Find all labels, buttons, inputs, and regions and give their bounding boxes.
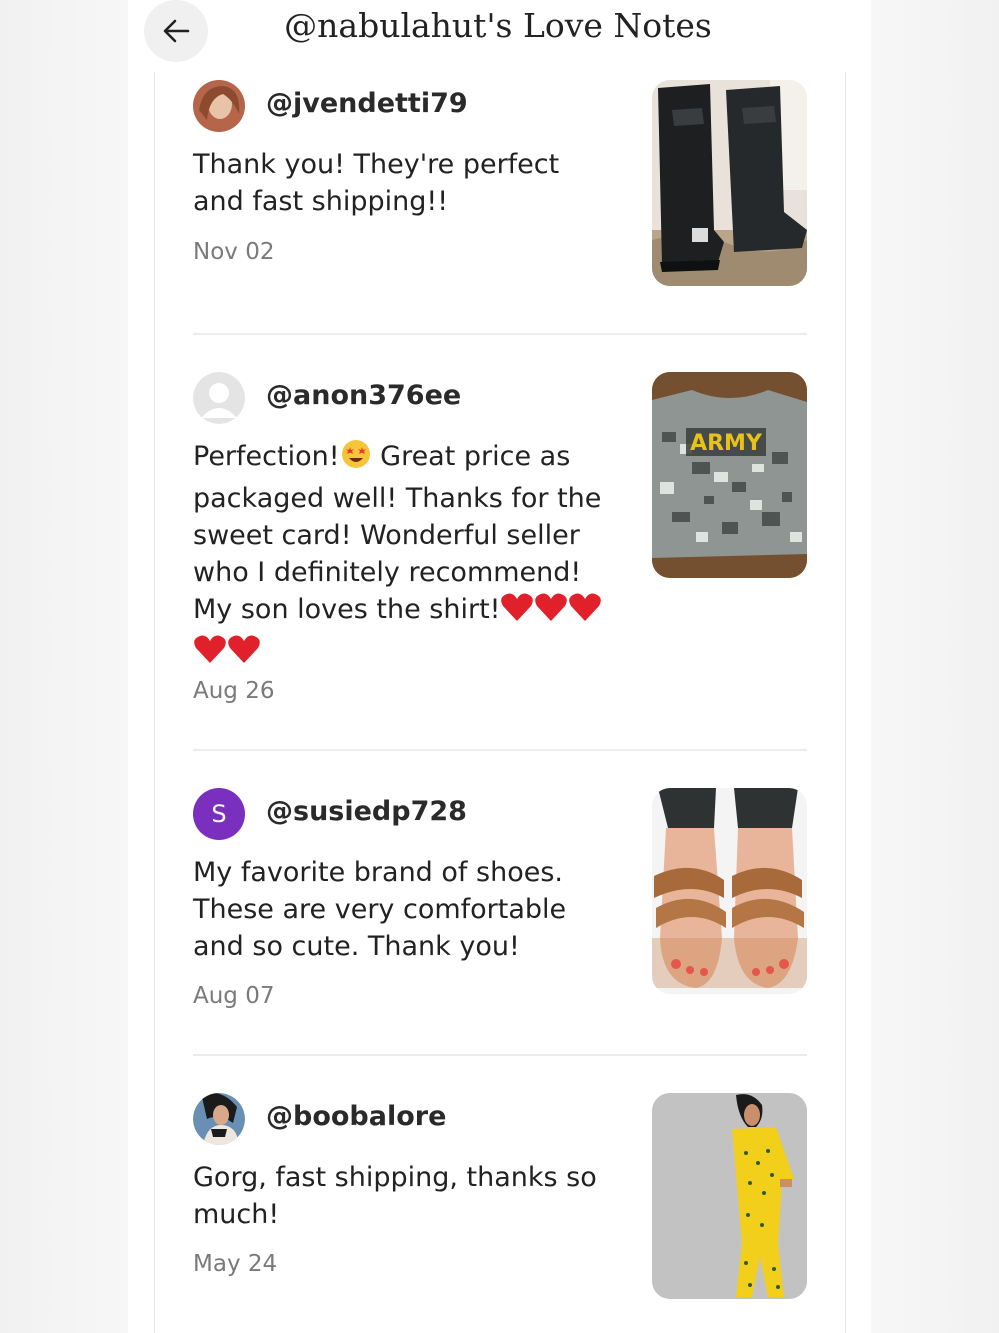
note-text: My favorite brand of shoes. These are ve… [193,857,567,962]
user-avatar[interactable] [193,80,245,132]
item-thumbnail[interactable]: ARMY [652,372,807,578]
note-text: Perfection! Great price as packaged well… [193,438,613,675]
love-notes-list: @jvendetti79 Thank you! They're perfect … [154,72,846,1333]
username-link[interactable]: @boobalore [266,1101,446,1132]
note-text: Gorg, fast shipping, thanks so much! [193,1162,597,1230]
item-thumbnail[interactable] [652,1093,807,1299]
user-avatar[interactable] [193,1093,245,1145]
note-divider [193,749,807,751]
note-divider [193,1054,807,1056]
note-date: Aug 07 [193,983,275,1009]
red-heart-icon [534,591,568,633]
avatar-letter: S [211,800,227,828]
star-struck-emoji-icon [340,438,372,480]
thumbnail-shirt-text: ARMY [690,431,763,456]
user-avatar[interactable] [193,372,245,424]
username-link[interactable]: @susiedp728 [266,796,467,827]
item-thumbnail[interactable] [652,80,807,286]
page-title: @nabulahut's Love Notes [284,6,712,45]
back-button[interactable] [144,0,208,62]
username-link[interactable]: @jvendetti79 [266,88,468,119]
note-date: May 24 [193,1251,278,1277]
red-heart-icon [568,591,602,633]
username-link[interactable]: @anon376ee [266,380,461,411]
arrow-left-icon [163,19,190,43]
love-notes-page: @nabulahut's Love Notes @jvendetti79 Tha… [128,0,871,1333]
item-thumbnail[interactable] [652,788,807,994]
red-heart-icon [227,633,261,675]
user-avatar[interactable]: S [193,788,245,840]
red-heart-icon [193,633,227,675]
note-date: Nov 02 [193,239,275,265]
note-divider [193,333,807,335]
note-text-part: Perfection! [193,441,340,472]
red-heart-icon [500,591,534,633]
note-text: Thank you! They're perfect and fast ship… [193,149,560,217]
note-date: Aug 26 [193,678,275,704]
